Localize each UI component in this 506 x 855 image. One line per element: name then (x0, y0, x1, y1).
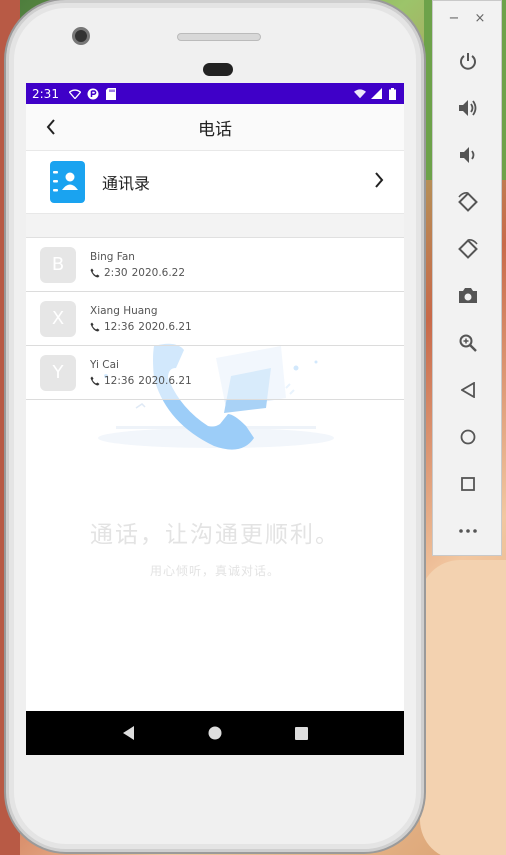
volume-down-button[interactable] (433, 131, 503, 178)
android-nav-bar (26, 711, 404, 755)
avatar: Y (40, 354, 76, 391)
power-button[interactable] (433, 37, 503, 84)
more-icon (459, 528, 477, 533)
back-button[interactable] (26, 104, 76, 151)
zoom-icon (459, 334, 477, 352)
emulator-home-button[interactable] (433, 413, 503, 460)
phone-call-icon (90, 376, 100, 385)
close-button[interactable]: × (475, 11, 486, 37)
wifi-notification-icon (68, 88, 81, 99)
rotate-right-button[interactable] (433, 225, 503, 272)
avatar: B (40, 246, 76, 283)
page-title: 电话 (198, 119, 232, 140)
caller-name: Yi Cai (90, 358, 119, 371)
screenshot-button[interactable] (433, 272, 503, 319)
phone-screen: 2:31 电话 通讯录 B Bing Fan 2:30 2020.6.22 X … (26, 83, 404, 755)
nav-back-button[interactable] (114, 718, 144, 748)
call-log-item[interactable]: X Xiang Huang 12:36 2020.6.21 (26, 292, 404, 346)
overview-icon (461, 476, 475, 491)
power-icon (460, 52, 476, 70)
section-divider (26, 214, 404, 238)
cell-signal-icon (370, 88, 382, 99)
earpiece-speaker (177, 33, 261, 41)
call-time: 12:36 (104, 374, 135, 387)
proximity-sensor (203, 63, 233, 76)
call-date: 2020.6.22 (131, 266, 186, 279)
contacts-label: 通讯录 (102, 174, 151, 193)
back-icon (461, 381, 475, 398)
nav-recents-button[interactable] (286, 718, 316, 748)
call-time: 12:36 (104, 320, 135, 333)
app-toolbar: 电话 (26, 104, 404, 151)
wallpaper-shape (420, 560, 506, 855)
wifi-signal-icon (354, 88, 366, 99)
zoom-button[interactable] (433, 319, 503, 366)
volume-up-button[interactable] (433, 84, 503, 131)
circle-home-icon (208, 726, 222, 740)
front-camera (72, 27, 90, 45)
address-book-icon (50, 161, 85, 203)
emulator-overview-button[interactable] (433, 460, 503, 507)
caller-name: Xiang Huang (90, 304, 158, 317)
call-date: 2020.6.21 (138, 374, 192, 387)
avatar: X (40, 300, 76, 337)
triangle-back-icon (123, 726, 134, 740)
empty-state-subslogan: 用心倾听，真诚对话。 (149, 564, 280, 578)
home-icon (460, 429, 476, 444)
minimize-button[interactable]: − (449, 11, 460, 37)
call-time: 2:30 (104, 266, 128, 279)
status-time: 2:31 (32, 86, 59, 101)
call-log-item[interactable]: B Bing Fan 2:30 2020.6.22 (26, 238, 404, 292)
chevron-right-icon (374, 172, 384, 192)
square-recents-icon (294, 726, 308, 740)
rotate-left-button[interactable] (433, 178, 503, 225)
call-log-item[interactable]: Y Yi Cai 12:36 2020.6.21 (26, 346, 404, 400)
volume-down-icon (460, 146, 475, 163)
emulator-back-button[interactable] (433, 366, 503, 413)
more-button[interactable] (433, 507, 503, 554)
app-notification-icon (87, 88, 99, 99)
sd-card-icon (105, 87, 117, 100)
camera-icon (459, 288, 477, 303)
volume-up-icon (459, 99, 477, 116)
call-date: 2020.6.21 (138, 320, 192, 333)
contacts-entry[interactable]: 通讯录 (26, 151, 404, 214)
status-bar: 2:31 (26, 83, 404, 104)
battery-icon (386, 87, 398, 100)
rotate-left-icon (458, 191, 478, 212)
nav-home-button[interactable] (200, 718, 230, 748)
phone-call-icon (90, 322, 100, 331)
emulator-control-panel: − × (432, 0, 502, 556)
caller-name: Bing Fan (90, 250, 135, 263)
chevron-left-icon (46, 119, 55, 135)
rotate-right-icon (458, 238, 478, 259)
empty-state-slogan: 通话，让沟通更顺利。 (90, 522, 340, 548)
phone-call-icon (90, 268, 100, 277)
